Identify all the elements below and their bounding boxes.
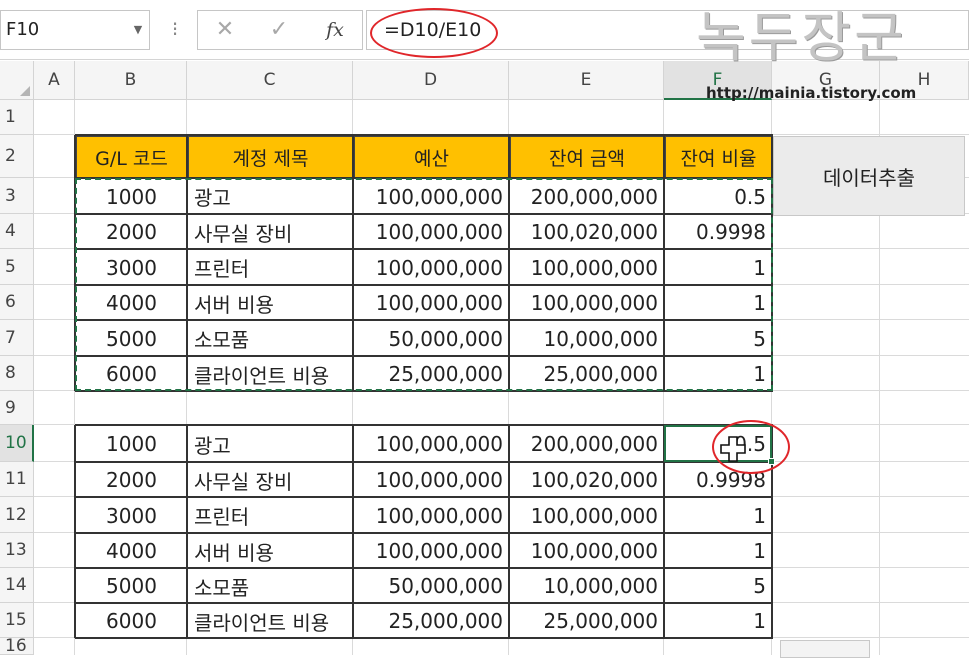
- extract-data-button[interactable]: 데이터추출: [773, 136, 965, 216]
- table-cell[interactable]: 200,000,000: [510, 426, 664, 462]
- table-cell[interactable]: 100,000,000: [354, 534, 509, 568]
- table-cell[interactable]: 클라이언트 비용: [188, 604, 353, 638]
- row-header-7[interactable]: 7: [0, 320, 34, 356]
- table-header-cell[interactable]: 잔여 비율: [665, 136, 772, 178]
- table-header-cell[interactable]: 계정 제목: [188, 136, 353, 178]
- table-border: [75, 532, 773, 534]
- table-border: [75, 637, 773, 639]
- table-border: [75, 496, 773, 498]
- insert-function-button[interactable]: fx: [316, 11, 354, 49]
- row-header-1[interactable]: 1: [0, 100, 34, 135]
- table-cell[interactable]: 100,000,000: [354, 463, 509, 497]
- table-cell[interactable]: 서버 비용: [188, 534, 353, 568]
- table-cell[interactable]: 소모품: [188, 569, 353, 603]
- row-header-14[interactable]: 14: [0, 568, 34, 603]
- table-cell[interactable]: 100,020,000: [510, 463, 664, 497]
- select-all-triangle-icon: [20, 86, 30, 96]
- table-header-cell[interactable]: G/L 코드: [76, 136, 187, 178]
- row-header-10[interactable]: 10: [0, 425, 34, 462]
- table-border: [75, 567, 773, 569]
- table-cell[interactable]: 5: [665, 569, 772, 603]
- formula-buttons: ✕ ✓ fx: [197, 10, 363, 50]
- table-cell[interactable]: 100,000,000: [510, 534, 664, 568]
- column-header-e[interactable]: E: [509, 61, 664, 100]
- chevron-down-icon[interactable]: ▼: [128, 10, 148, 50]
- copy-marquee: [75, 178, 773, 391]
- table-cell[interactable]: 사무실 장비: [188, 463, 353, 497]
- table-cell[interactable]: 100,000,000: [510, 498, 664, 533]
- table-cell[interactable]: 6000: [76, 604, 187, 638]
- column-header-b[interactable]: B: [75, 61, 187, 100]
- table-border: [186, 425, 188, 638]
- row-header-4[interactable]: 4: [0, 214, 34, 249]
- row-header-9[interactable]: 9: [0, 391, 34, 425]
- watermark-title: 녹두장군: [696, 6, 907, 69]
- table-cell[interactable]: 1: [665, 498, 772, 533]
- table-cell[interactable]: 100,000,000: [354, 426, 509, 462]
- table-border: [75, 134, 773, 136]
- row-header-3[interactable]: 3: [0, 178, 34, 214]
- table-header-cell[interactable]: 예산: [354, 136, 509, 178]
- column-header-c[interactable]: C: [187, 61, 353, 100]
- row-header-6[interactable]: 6: [0, 285, 34, 320]
- table-cell[interactable]: 1: [665, 534, 772, 568]
- row-header-12[interactable]: 12: [0, 497, 34, 533]
- row-header-2[interactable]: 2: [0, 135, 34, 178]
- table-cell[interactable]: 광고: [188, 426, 353, 462]
- table-cell[interactable]: 5000: [76, 569, 187, 603]
- cross-cursor-icon: [720, 436, 746, 462]
- column-header-d[interactable]: D: [353, 61, 509, 100]
- row-header-5[interactable]: 5: [0, 249, 34, 285]
- table-border: [75, 602, 773, 604]
- table-cell[interactable]: 50,000,000: [354, 569, 509, 603]
- table-border: [352, 425, 354, 638]
- table-cell[interactable]: 3000: [76, 498, 187, 533]
- table-cell[interactable]: 25,000,000: [510, 604, 664, 638]
- paste-options-icon[interactable]: [780, 640, 870, 658]
- cancel-icon[interactable]: ✕: [206, 11, 244, 49]
- watermark-url: http://mainia.tistory.com: [706, 84, 917, 102]
- table-cell[interactable]: 100,000,000: [354, 498, 509, 533]
- table-cell[interactable]: 프린터: [188, 498, 353, 533]
- table-border: [508, 425, 510, 638]
- column-header-a[interactable]: A: [34, 61, 75, 100]
- table-cell[interactable]: 25,000,000: [354, 604, 509, 638]
- row-header-16[interactable]: 16: [0, 636, 34, 656]
- table-cell[interactable]: 1000: [76, 426, 187, 462]
- table-cell[interactable]: 2000: [76, 463, 187, 497]
- formula-highlight-oval: [370, 8, 498, 58]
- row-header-8[interactable]: 8: [0, 356, 34, 391]
- table-cell[interactable]: 1: [665, 604, 772, 638]
- table-cell[interactable]: 10,000,000: [510, 569, 664, 603]
- table-cell[interactable]: 4000: [76, 534, 187, 568]
- row-header-11[interactable]: 11: [0, 462, 34, 497]
- row-header-15[interactable]: 15: [0, 603, 34, 638]
- more-options-icon[interactable]: ⁝: [167, 10, 183, 50]
- table-header-cell[interactable]: 잔여 금액: [510, 136, 664, 178]
- check-icon[interactable]: ✓: [260, 11, 298, 49]
- row-header-13[interactable]: 13: [0, 533, 34, 568]
- table-border: [74, 425, 76, 638]
